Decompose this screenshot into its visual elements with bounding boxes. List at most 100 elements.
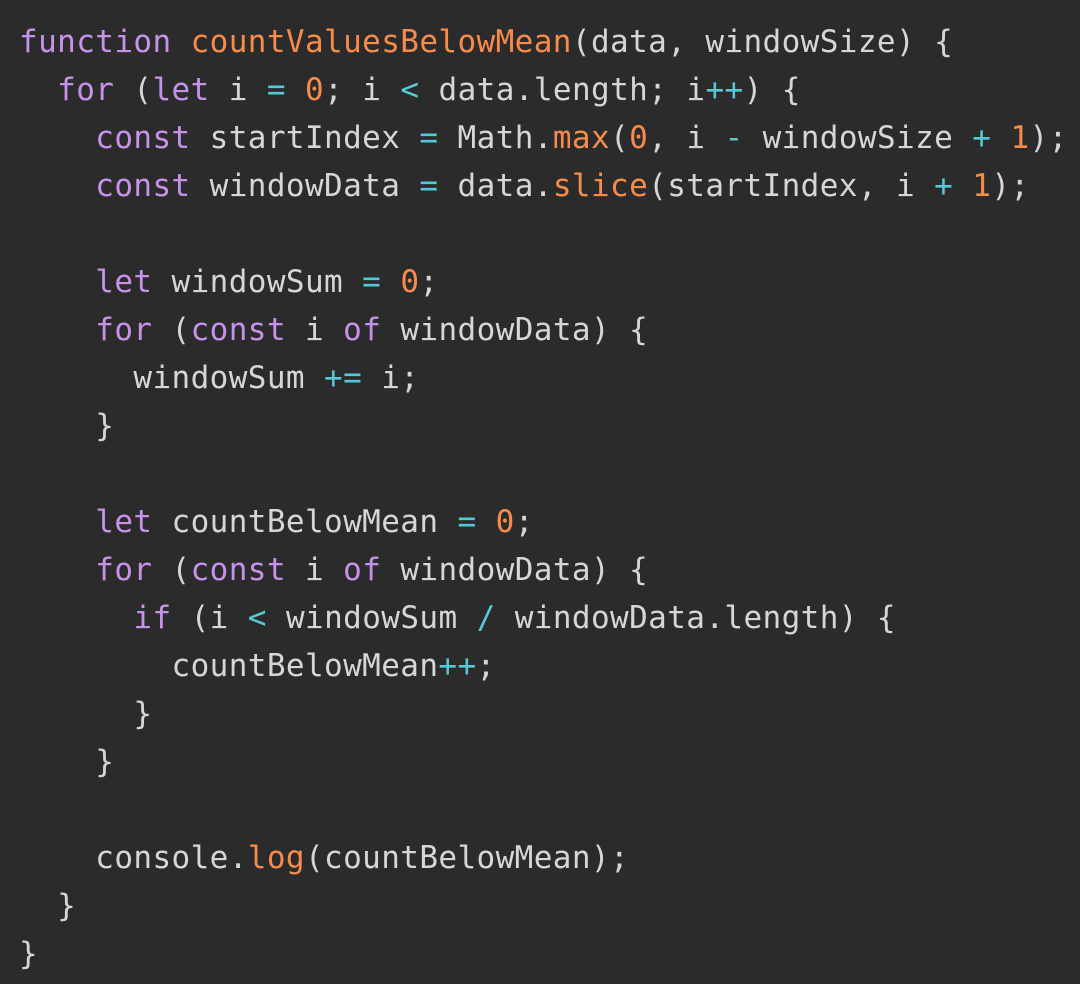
code-token: const <box>190 312 286 348</box>
code-token: windowData) { <box>381 312 649 348</box>
code-token: let <box>95 264 153 300</box>
code-token: = <box>457 504 477 540</box>
code-line[interactable]: for (let i = 0; i < data.length; i++) { <box>19 66 1080 114</box>
code-token: max <box>552 120 611 156</box>
code-editor-panel[interactable]: function countValuesBelowMean(data, wind… <box>0 0 1080 984</box>
code-line[interactable]: const startIndex = Math.max(0, i - windo… <box>19 114 1080 162</box>
code-token: windowSum <box>19 360 325 396</box>
code-line[interactable]: for (const i of windowData) { <box>19 546 1080 594</box>
code-token: for <box>57 72 115 108</box>
code-token: (startIndex, i <box>648 168 935 204</box>
code-token: - <box>724 120 744 156</box>
code-token: const <box>190 552 286 588</box>
code-token: i <box>285 552 344 588</box>
code-token: 1 <box>972 168 992 204</box>
code-token: i <box>209 72 267 108</box>
code-token: ; <box>419 264 439 300</box>
code-token: log <box>247 840 305 876</box>
code-token: 0 <box>400 264 420 300</box>
code-line[interactable] <box>19 786 1080 834</box>
code-token: = <box>266 72 286 108</box>
code-token: (i <box>171 600 248 636</box>
code-line[interactable]: let countBelowMean = 0; <box>19 498 1080 546</box>
code-token: 1 <box>1010 120 1030 156</box>
code-token: += <box>324 360 363 396</box>
code-token: ; i <box>324 72 401 108</box>
code-token: ); <box>991 168 1030 204</box>
code-token: (data, windowSize) { <box>571 24 954 60</box>
code-line[interactable]: countBelowMean++; <box>19 642 1080 690</box>
code-token: windowSize <box>743 120 973 156</box>
code-token: startIndex <box>190 120 420 156</box>
code-token: data.length; i <box>419 72 706 108</box>
code-token: i <box>285 312 344 348</box>
code-token: ; <box>514 504 534 540</box>
code-token: } <box>19 888 77 924</box>
code-token: 0 <box>495 504 515 540</box>
code-line[interactable]: } <box>19 402 1080 450</box>
code-line[interactable]: console.log(countBelowMean); <box>19 834 1080 882</box>
code-line[interactable]: for (const i of windowData) { <box>19 306 1080 354</box>
code-token: slice <box>552 168 649 204</box>
code-line[interactable]: } <box>19 882 1080 930</box>
code-token: of <box>343 312 382 348</box>
code-token: ; <box>476 648 496 684</box>
code-token: let <box>152 72 210 108</box>
code-line[interactable]: function countValuesBelowMean(data, wind… <box>19 18 1080 66</box>
code-token: = <box>419 120 439 156</box>
code-token: windowData) { <box>381 552 649 588</box>
code-token: < <box>247 600 267 636</box>
code-token: for <box>95 552 153 588</box>
code-token: countBelowMean <box>152 504 458 540</box>
code-token: windowData.length) { <box>495 600 896 636</box>
code-line[interactable]: } <box>19 930 1080 978</box>
code-block[interactable]: function countValuesBelowMean(data, wind… <box>19 18 1080 978</box>
code-line[interactable] <box>19 450 1080 498</box>
code-token: + <box>972 120 992 156</box>
code-token: of <box>343 552 382 588</box>
code-token: } <box>19 408 115 444</box>
code-token: ++ <box>438 648 477 684</box>
code-token: / <box>476 600 496 636</box>
code-token: ( <box>152 552 191 588</box>
code-token: ); <box>1029 120 1068 156</box>
code-token: } <box>19 744 115 780</box>
code-line[interactable]: } <box>19 690 1080 738</box>
code-token: ) { <box>743 72 801 108</box>
code-token: if <box>133 600 172 636</box>
code-token: = <box>419 168 439 204</box>
code-line[interactable]: windowSum += i; <box>19 354 1080 402</box>
code-token: ( <box>114 72 153 108</box>
code-token: windowSum <box>152 264 363 300</box>
code-line[interactable]: if (i < windowSum / windowData.length) { <box>19 594 1080 642</box>
code-token: } <box>19 936 39 972</box>
code-line[interactable] <box>19 210 1080 258</box>
code-token: ( <box>152 312 191 348</box>
code-token: windowData <box>190 168 420 204</box>
code-token: = <box>362 264 382 300</box>
code-token: + <box>934 168 954 204</box>
code-token: let <box>95 504 153 540</box>
code-token: i; <box>362 360 420 396</box>
code-token: countValuesBelowMean <box>190 24 572 60</box>
code-line[interactable]: } <box>19 738 1080 786</box>
code-token: < <box>400 72 420 108</box>
code-line[interactable]: let windowSum = 0; <box>19 258 1080 306</box>
code-line[interactable]: const windowData = data.slice(startIndex… <box>19 162 1080 210</box>
code-token: const <box>95 120 191 156</box>
code-token: console. <box>19 840 248 876</box>
